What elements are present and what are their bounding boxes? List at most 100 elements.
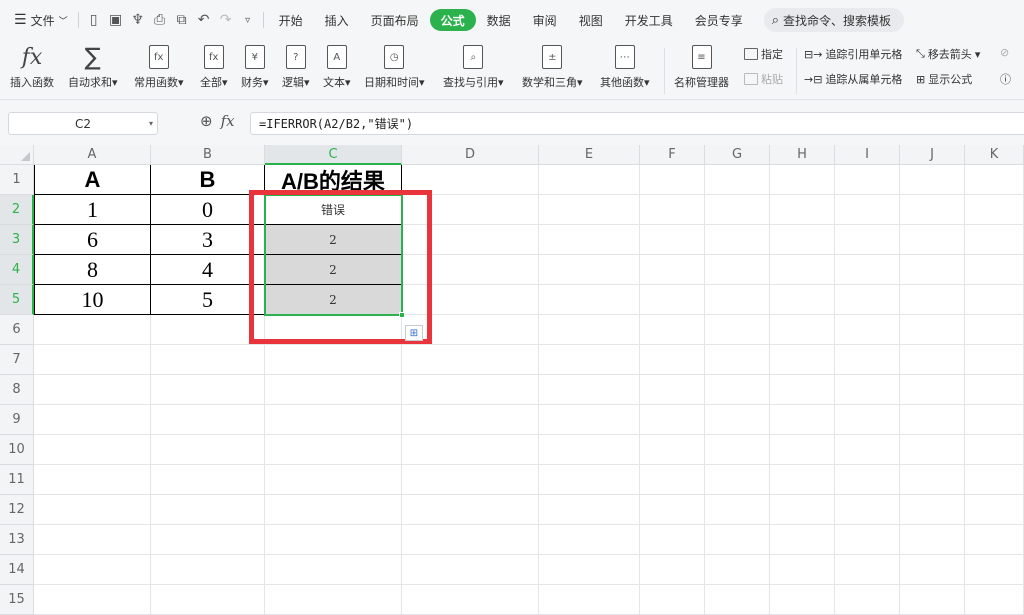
result-cell[interactable]: 2 <box>265 225 402 255</box>
grid-cell[interactable] <box>770 285 835 315</box>
row-header-5[interactable]: 5 <box>0 285 34 315</box>
grid-cell[interactable] <box>402 465 539 495</box>
value-cell[interactable]: 10 <box>34 285 151 315</box>
grid-cell[interactable] <box>835 345 900 375</box>
grid-cell[interactable] <box>151 375 265 405</box>
row-header-8[interactable]: 8 <box>0 375 34 405</box>
grid-cell[interactable] <box>705 585 770 615</box>
grid-cell[interactable] <box>835 375 900 405</box>
command-search[interactable]: ⌕ 查找命令、搜索模板 <box>763 8 904 32</box>
grid-cell[interactable] <box>900 465 965 495</box>
grid-cell[interactable] <box>965 435 1024 465</box>
grid-cell[interactable] <box>34 405 151 435</box>
grid-cell[interactable] <box>835 195 900 225</box>
column-header-g[interactable]: G <box>705 145 770 165</box>
grid-cell[interactable] <box>770 555 835 585</box>
result-cell[interactable]: 2 <box>265 255 402 285</box>
grid-cell[interactable] <box>402 435 539 465</box>
lookup-reference-button[interactable]: ⌕ 查找与引用▾ <box>443 42 504 90</box>
grid-cell[interactable] <box>640 405 705 435</box>
grid-cell[interactable] <box>539 585 640 615</box>
grid-cell[interactable] <box>835 285 900 315</box>
table-header-cell[interactable]: B <box>151 165 265 195</box>
all-functions-button[interactable]: fx 全部▾ <box>200 42 228 90</box>
grid-cell[interactable] <box>770 585 835 615</box>
grid-cell[interactable] <box>770 315 835 345</box>
new-document-icon[interactable]: ▯ <box>83 9 105 31</box>
grid-cell[interactable] <box>965 165 1024 195</box>
grid-cell[interactable] <box>265 525 402 555</box>
grid-cell[interactable] <box>539 435 640 465</box>
grid-cell[interactable] <box>402 165 539 195</box>
text-button[interactable]: A 文本▾ <box>323 42 351 90</box>
grid-cell[interactable] <box>265 585 402 615</box>
grid-cell[interactable] <box>900 225 965 255</box>
grid-cell[interactable] <box>640 375 705 405</box>
grid-cell[interactable] <box>640 465 705 495</box>
result-cell[interactable]: 2 <box>265 285 402 315</box>
name-manager-button[interactable]: ≡ 名称管理器 <box>674 42 729 90</box>
grid-cell[interactable] <box>640 555 705 585</box>
grid-cell[interactable] <box>539 555 640 585</box>
grid-cell[interactable] <box>900 525 965 555</box>
grid-cell[interactable] <box>34 585 151 615</box>
grid-cell[interactable] <box>640 345 705 375</box>
grid-cell[interactable] <box>640 435 705 465</box>
print-icon[interactable]: ⎙ <box>149 9 171 31</box>
grid-cell[interactable] <box>151 555 265 585</box>
grid-cell[interactable] <box>402 495 539 525</box>
grid-cell[interactable] <box>900 345 965 375</box>
grid-cell[interactable] <box>34 375 151 405</box>
grid-cell[interactable] <box>151 315 265 345</box>
grid-cell[interactable] <box>539 465 640 495</box>
grid-cell[interactable] <box>151 345 265 375</box>
grid-cell[interactable] <box>705 255 770 285</box>
grid-cell[interactable] <box>705 555 770 585</box>
evaluate-icon[interactable]: ⓘ <box>1000 71 1011 87</box>
row-header-2[interactable]: 2 <box>0 195 34 225</box>
grid-cell[interactable] <box>705 165 770 195</box>
grid-cell[interactable] <box>900 495 965 525</box>
grid-cell[interactable] <box>402 585 539 615</box>
grid-cell[interactable] <box>265 315 402 345</box>
grid-cell[interactable] <box>835 405 900 435</box>
row-header-13[interactable]: 13 <box>0 525 34 555</box>
grid-cell[interactable] <box>265 435 402 465</box>
customize-toolbar-icon[interactable]: ▿ <box>237 9 259 31</box>
grid-cell[interactable] <box>900 435 965 465</box>
grid-cell[interactable] <box>640 495 705 525</box>
grid-cell[interactable] <box>640 225 705 255</box>
grid-cell[interactable] <box>705 315 770 345</box>
grid-cell[interactable] <box>34 315 151 345</box>
grid-cell[interactable] <box>900 585 965 615</box>
grid-cell[interactable] <box>965 225 1024 255</box>
grid-cell[interactable] <box>770 345 835 375</box>
tab-member[interactable]: 会员专享 <box>684 9 754 31</box>
grid-cell[interactable] <box>965 375 1024 405</box>
remove-arrows-button[interactable]: ⤡ 移去箭头 ▾ <box>916 46 980 62</box>
grid-cell[interactable] <box>34 435 151 465</box>
print-preview-icon[interactable]: ⧉ <box>171 9 193 31</box>
insert-function-button[interactable]: fx 插入函数 <box>10 42 54 90</box>
grid-cell[interactable] <box>539 285 640 315</box>
value-cell[interactable]: 5 <box>151 285 265 315</box>
value-cell[interactable]: 1 <box>34 195 151 225</box>
grid-cell[interactable] <box>539 405 640 435</box>
value-cell[interactable]: 0 <box>151 195 265 225</box>
format-painter-icon[interactable]: ♆ <box>127 9 149 31</box>
grid-cell[interactable] <box>770 405 835 435</box>
autofill-options-icon[interactable]: ⊞ <box>405 325 423 341</box>
grid-cell[interactable] <box>900 255 965 285</box>
grid-cell[interactable] <box>705 495 770 525</box>
spreadsheet-grid[interactable]: A B C D E F G H I J K 1 2 3 4 5 6 7 8 9 10 11 12 13 14 15 A B A/B的结果… <box>0 145 1024 615</box>
grid-cell[interactable] <box>402 345 539 375</box>
grid-cell[interactable] <box>640 165 705 195</box>
row-header-6[interactable]: 6 <box>0 315 34 345</box>
grid-cell[interactable] <box>835 585 900 615</box>
grid-cell[interactable] <box>402 375 539 405</box>
column-header-f[interactable]: F <box>640 145 705 165</box>
grid-cell[interactable] <box>965 285 1024 315</box>
tab-developer[interactable]: 开发工具 <box>614 9 684 31</box>
file-menu[interactable]: ☰ 文件 ﹀ <box>8 7 74 33</box>
zoom-search-icon[interactable]: ⊕ <box>200 112 213 130</box>
